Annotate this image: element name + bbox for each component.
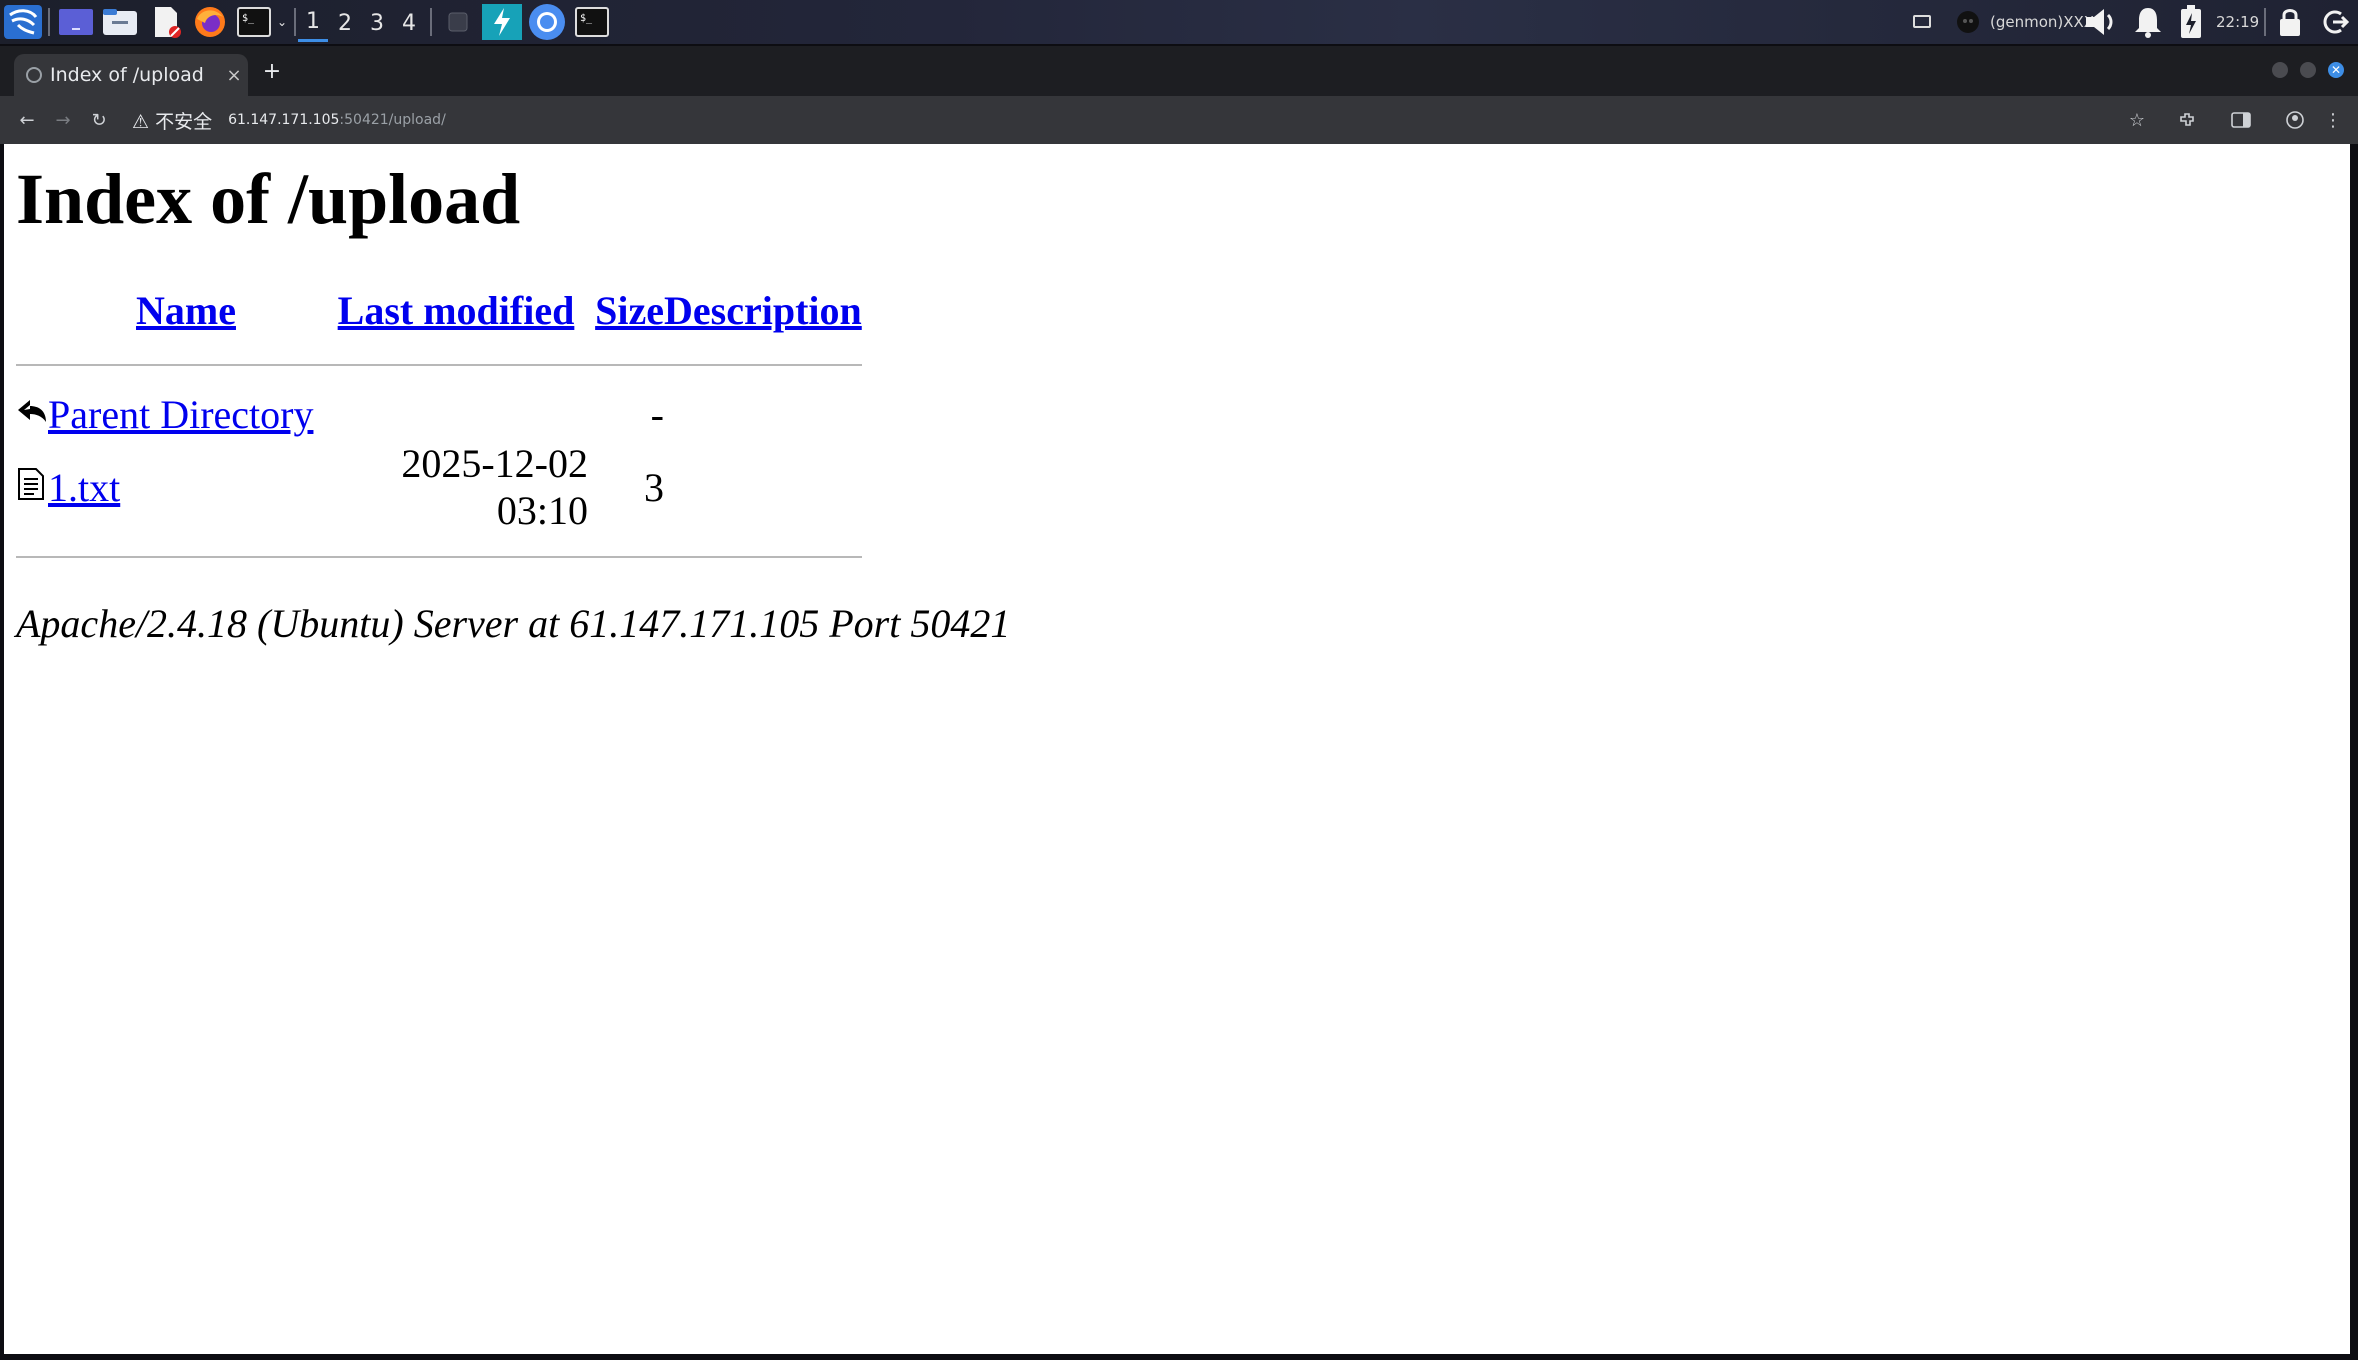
- back-arrow-icon[interactable]: ←: [10, 96, 44, 144]
- volume-icon[interactable]: [2082, 4, 2122, 40]
- name-cell: Parent Directory: [48, 389, 324, 440]
- maximize-window-button[interactable]: [2300, 62, 2316, 78]
- server-signature: Apache/2.4.18 (Ubuntu) Server at 61.147.…: [16, 601, 1011, 647]
- side-panel-icon[interactable]: [2224, 96, 2258, 144]
- new-tab-button[interactable]: +: [258, 54, 286, 88]
- genmon-label: (genmon)XXX: [1990, 13, 2095, 31]
- panel-separator: [430, 8, 432, 36]
- text-editor-icon[interactable]: [146, 4, 186, 40]
- page-title: Index of /upload: [16, 159, 521, 239]
- last-modified-cell: 2025-12-02 03:10: [401, 441, 588, 534]
- terminal-window-icon[interactable]: $_: [572, 4, 612, 40]
- reload-icon[interactable]: ↻: [82, 96, 116, 144]
- sort-by-last-modified-link[interactable]: Last modified: [338, 288, 575, 333]
- screen-icon[interactable]: [1908, 4, 1936, 40]
- chromium-icon[interactable]: [526, 4, 568, 40]
- svg-text:$_: $_: [242, 13, 255, 24]
- chevron-down-icon[interactable]: ⌄: [274, 4, 290, 40]
- bookmark-star-icon[interactable]: ☆: [2120, 96, 2154, 144]
- text-file-icon: [16, 440, 48, 534]
- page-content: Index of /upload Name Last modified Size…: [4, 144, 2350, 1354]
- notifications-bell-icon[interactable]: [2130, 4, 2166, 40]
- size-cell: -: [650, 392, 664, 438]
- sort-by-size-link[interactable]: Size: [595, 288, 664, 333]
- separator-row: [16, 341, 862, 389]
- size-column-header: Size: [588, 279, 664, 341]
- divider: [16, 364, 862, 367]
- browser-toolbar: ← → ↻ ⚠ 不安全 61.147.171.105:50421/upload/…: [0, 96, 2358, 144]
- last-modified-column-header: Last modified: [324, 279, 588, 341]
- table-row: Parent Directory -: [16, 389, 862, 440]
- sort-by-name-link[interactable]: Name: [136, 288, 236, 333]
- logout-icon[interactable]: [2318, 4, 2352, 40]
- panel-separator: [48, 8, 50, 36]
- minimize-window-button[interactable]: [2272, 62, 2288, 78]
- extensions-icon[interactable]: [2170, 96, 2204, 144]
- table-row: 1.txt 2025-12-02 03:10 3: [16, 440, 862, 534]
- description-column-header: Description: [664, 279, 862, 341]
- workspace-4[interactable]: 4: [394, 4, 424, 42]
- tab-close-icon[interactable]: ×: [220, 65, 248, 86]
- workspace-3[interactable]: 3: [362, 4, 392, 42]
- directory-listing-table: Name Last modified Size Description Pare…: [16, 279, 862, 580]
- genmon-icon: [1954, 4, 1982, 40]
- lightning-app-icon[interactable]: [482, 4, 522, 40]
- menu-kebab-icon[interactable]: ⋮: [2316, 96, 2350, 144]
- file-link-1-txt[interactable]: 1.txt: [48, 465, 120, 510]
- size-cell: 3: [644, 464, 664, 510]
- globe-icon: [26, 67, 42, 83]
- tab-index-of-upload[interactable]: Index of /upload ×: [14, 54, 248, 96]
- parent-directory-link[interactable]: Parent Directory: [48, 392, 313, 437]
- forward-arrow-icon[interactable]: →: [46, 96, 80, 144]
- workspace-2[interactable]: 2: [330, 4, 360, 42]
- firefox-icon[interactable]: [190, 4, 230, 40]
- last-modified-cell: [324, 389, 588, 440]
- terminal-icon[interactable]: $_: [234, 4, 274, 40]
- url-host: 61.147.171.105: [228, 112, 340, 128]
- battery-charging-icon[interactable]: [2176, 4, 2206, 40]
- kali-menu-icon[interactable]: [2, 4, 44, 40]
- lock-icon[interactable]: [2274, 4, 2306, 40]
- file-manager-icon[interactable]: [100, 4, 140, 40]
- clock[interactable]: 22:19: [2216, 0, 2259, 44]
- description-cell: [664, 389, 862, 440]
- svg-text:$_: $_: [580, 13, 593, 24]
- window-button-icon[interactable]: [440, 4, 476, 40]
- table-header-row: Name Last modified Size Description: [16, 279, 862, 341]
- address-bar[interactable]: ⚠ 不安全 61.147.171.105:50421/upload/: [124, 100, 2164, 140]
- sort-by-description-link[interactable]: Description: [664, 288, 862, 333]
- url-path: :50421/upload/: [339, 112, 446, 128]
- workspace-1[interactable]: 1: [298, 4, 328, 42]
- tab-title: Index of /upload: [50, 64, 204, 86]
- desktop-top-panel: $_ ⌄ 1 2 3 4 $_ (genmon)XXX 22:19: [0, 0, 2358, 44]
- icon-column-header: [16, 279, 48, 341]
- separator-row: [16, 534, 862, 580]
- close-window-button[interactable]: ✕: [2328, 62, 2344, 78]
- panel-separator: [2264, 8, 2266, 36]
- not-secure-label[interactable]: ⚠ 不安全: [132, 107, 212, 134]
- description-cell: [664, 440, 862, 534]
- name-cell: 1.txt: [48, 440, 324, 534]
- back-arrow-icon: [16, 389, 48, 440]
- browser-tab-strip: [0, 46, 2358, 96]
- name-column-header: Name: [48, 279, 324, 341]
- divider: [16, 556, 862, 559]
- show-desktop-icon[interactable]: [56, 4, 96, 40]
- profile-icon[interactable]: [2278, 96, 2312, 144]
- panel-separator: [294, 8, 296, 36]
